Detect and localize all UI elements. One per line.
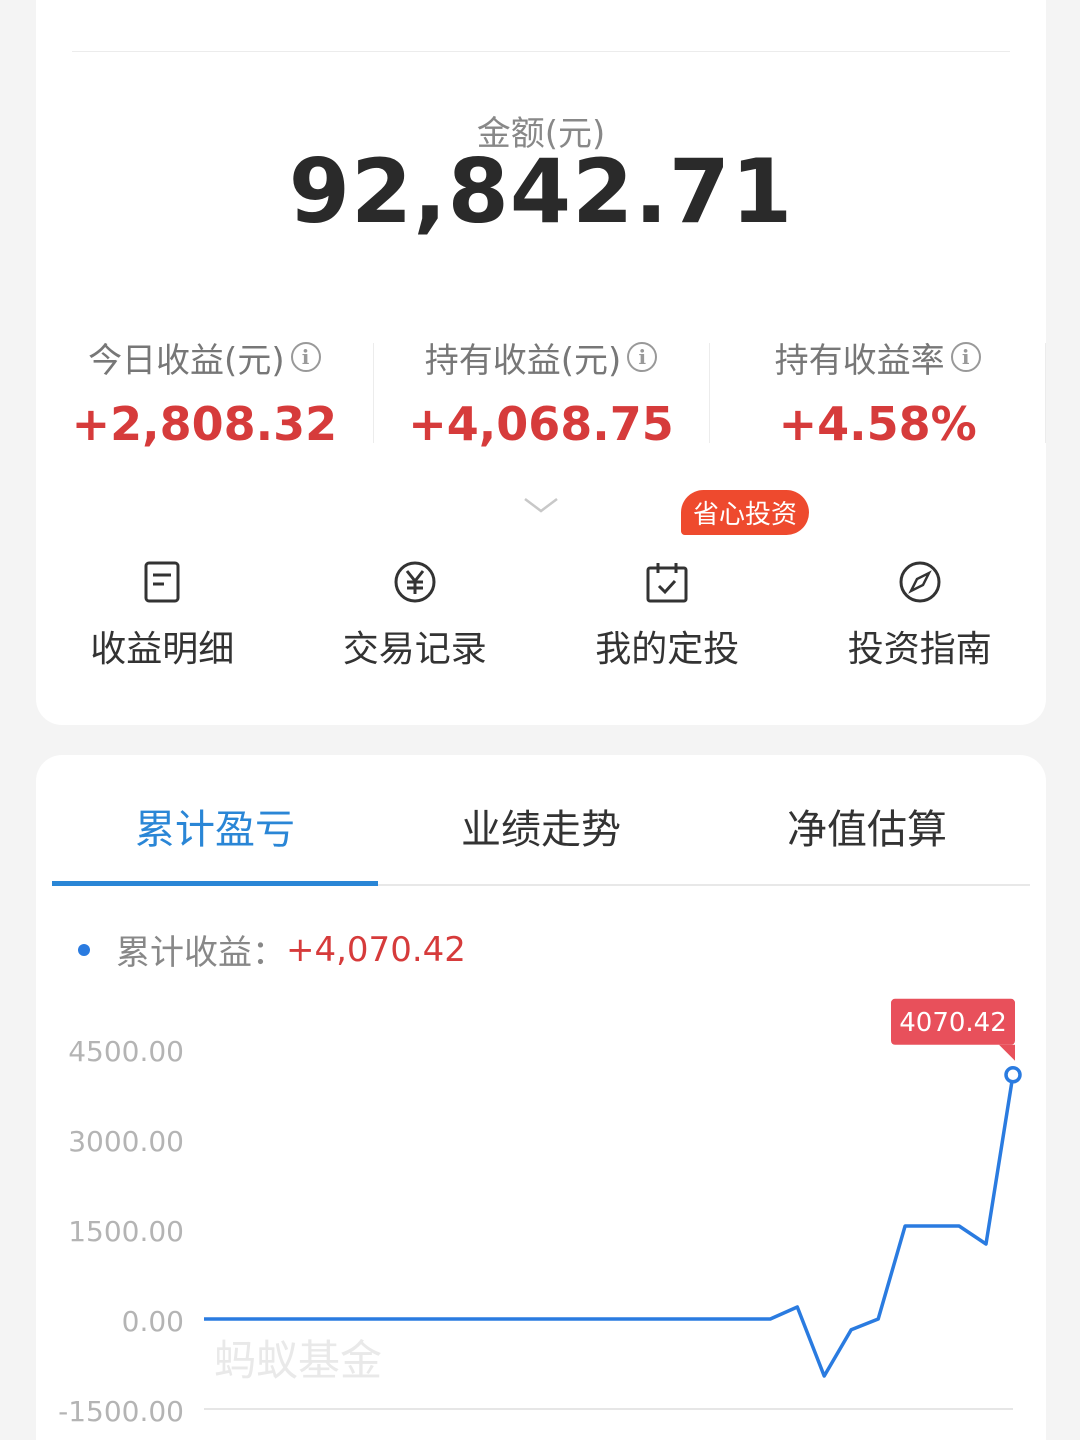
stat-label: 持有收益(元) i (424, 335, 658, 381)
tooltip-label: 4070.42 (899, 1008, 1007, 1038)
action-earnings-detail[interactable]: 收益明细 (36, 560, 289, 672)
quick-actions: 收益明细 交易记录 省心投资 我的定投 投资指南 (36, 490, 1047, 672)
stat-label-text: 今日收益(元) (88, 340, 285, 381)
yen-circle-icon (394, 561, 436, 603)
legend-dot (78, 943, 90, 956)
legend-label: 累计收益： (116, 933, 286, 973)
tooltip-pointer (999, 1044, 1015, 1061)
compass-icon (899, 561, 941, 603)
y-tick-label: 4500.00 (68, 1035, 184, 1068)
info-icon[interactable]: i (627, 342, 658, 372)
stat-today-earnings: 今日收益(元) i +2,808.32 (36, 335, 373, 452)
stat-holding-rate: 持有收益率 i +4.58% (709, 335, 1046, 451)
amount-value: 92,842.71 (288, 140, 794, 243)
divider (72, 51, 1010, 52)
action-label: 我的定投 (595, 629, 740, 670)
stat-label: 今日收益(元) i (88, 335, 321, 381)
action-label: 收益明细 (90, 629, 235, 670)
action-investment-guide[interactable]: 投资指南 (794, 560, 1047, 672)
calendar-check-icon (646, 563, 688, 603)
action-label: 投资指南 (847, 629, 992, 670)
info-icon[interactable]: i (290, 342, 321, 372)
y-tick-label: 0.00 (122, 1305, 184, 1338)
y-tick-label: 3000.00 (68, 1125, 184, 1158)
stat-value: +2,808.32 (71, 397, 338, 451)
legend-value: +4,070.42 (286, 929, 466, 970)
chart-tabs: 累计盈亏 业绩走势 净值估算 (52, 755, 1030, 886)
tab-performance-trend[interactable]: 业绩走势 (378, 755, 704, 884)
y-tick-label: 1500.00 (68, 1215, 184, 1248)
stat-label-text: 持有收益(元) (424, 340, 622, 381)
tab-nav-estimate[interactable]: 净值估算 (704, 755, 1030, 884)
document-icon (144, 561, 180, 603)
action-label: 交易记录 (342, 629, 487, 670)
action-transaction-records[interactable]: 交易记录 (289, 560, 542, 672)
action-my-auto-invest[interactable]: 省心投资 我的定投 (541, 490, 810, 672)
stat-label: 持有收益率 i (774, 335, 981, 381)
cumulative-earnings-chart[interactable]: 4500.00 3000.00 1500.00 0.00 -1500.00 蚂蚁基金 407… (36, 985, 1046, 1440)
data-point-last (1004, 1066, 1022, 1084)
promo-badge: 省心投资 (681, 490, 810, 535)
stat-label-text: 持有收益率 (774, 340, 945, 381)
series-line (204, 1074, 1015, 1378)
earnings-stats: 今日收益(元) i +2,808.32 持有收益(元) i +4,068.75 … (36, 335, 1046, 452)
y-tick-label: -1500.00 (58, 1395, 184, 1428)
stat-holding-earnings: 持有收益(元) i +4,068.75 (372, 335, 710, 451)
account-summary-card: 金额(元) 92,842.71 今日收益(元) i +2,808.32 持有收益… (36, 0, 1046, 725)
performance-card: 累计盈亏 业绩走势 净值估算 累计收益： +4,070.42 4500.00 30… (36, 755, 1046, 1440)
watermark: 蚂蚁基金 (214, 1336, 382, 1385)
tab-cumulative-pnl[interactable]: 累计盈亏 (52, 755, 378, 886)
stat-value: +4.58% (778, 397, 977, 451)
chevron-down-icon[interactable] (523, 495, 559, 515)
info-icon[interactable]: i (950, 342, 981, 372)
chart-legend: 累计收益： +4,070.42 (78, 925, 466, 974)
stat-value: +4,068.75 (408, 397, 674, 451)
